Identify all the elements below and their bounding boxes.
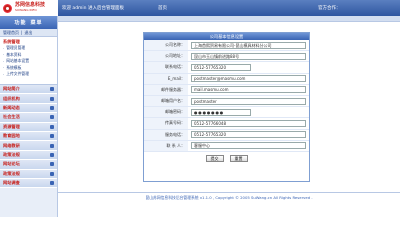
expand-arrow-icon bbox=[50, 87, 54, 92]
company-address-input[interactable]: 昆山市玉山镇前进路88号 bbox=[191, 52, 306, 60]
sidebar-category[interactable]: 新闻动态 bbox=[0, 103, 57, 114]
footer-divider bbox=[58, 192, 400, 193]
expand-arrow-icon bbox=[50, 105, 54, 110]
form-row: 联系电话： 0512-57765320 bbox=[144, 62, 309, 74]
sidebar-category[interactable]: 政策法规 bbox=[0, 169, 57, 179]
main-content: 公司基本信息设置 公司名称： 上海首熙贸易有限公司-昆山模具材料分公司 公司地址… bbox=[58, 16, 400, 217]
expand-arrow-icon bbox=[50, 152, 54, 157]
expand-arrow-icon bbox=[50, 162, 54, 167]
expand-arrow-icon bbox=[50, 124, 54, 129]
field-label: 邮箱密码： bbox=[144, 107, 188, 118]
logout-link[interactable]: 退出 bbox=[24, 30, 32, 36]
fax-input[interactable]: 0512-57766048 bbox=[191, 119, 306, 127]
phone-input[interactable]: 0512-57765320 bbox=[191, 63, 251, 71]
form-row: 联 系 人： 客服中心 bbox=[144, 140, 309, 152]
email-input[interactable]: postmaster@masmu.com bbox=[191, 75, 306, 83]
mail-server-input[interactable]: mail.masmu.com bbox=[191, 86, 306, 94]
form-row: 服务电话： 0512-57765320 bbox=[144, 129, 309, 141]
form-row: E_mail： postmaster@masmu.com bbox=[144, 73, 309, 85]
form-row: 公司地址： 昆山市玉山镇前进路88号 bbox=[144, 51, 309, 63]
mail-password-input[interactable]: ●●●●●●● bbox=[191, 108, 251, 116]
field-label: 服务电话： bbox=[144, 129, 188, 140]
category-label: 网站调查 bbox=[3, 180, 20, 186]
form-row: 公司名称： 上海首熙贸易有限公司-昆山模具材料分公司 bbox=[144, 40, 309, 52]
sidebar-category[interactable]: 网站调查 bbox=[0, 178, 57, 189]
category-label: 新闻动态 bbox=[3, 104, 20, 110]
expand-arrow-icon bbox=[50, 181, 54, 186]
sidebar-category[interactable]: 政策法规 bbox=[0, 150, 57, 161]
form-row: 邮箱密码： ●●●●●●● bbox=[144, 107, 309, 119]
logo-emblem-icon bbox=[3, 3, 12, 13]
category-label: 社会生活 bbox=[3, 114, 20, 120]
category-label: 组织机构 bbox=[3, 95, 20, 101]
system-item-uploads[interactable]: 上传文件管理 bbox=[3, 71, 54, 78]
company-name-input[interactable]: 上海首熙贸易有限公司-昆山模具材料分公司 bbox=[191, 41, 306, 49]
expand-arrow-icon bbox=[50, 115, 54, 120]
category-label: 政策法规 bbox=[3, 170, 20, 176]
official-partner-label: 官方合作： bbox=[318, 6, 341, 11]
form-row: 传真号码： 0512-57766048 bbox=[144, 118, 309, 130]
expand-arrow-icon bbox=[50, 134, 54, 139]
sub-header-bar bbox=[58, 16, 400, 22]
sidebar-category[interactable]: 网站论坛 bbox=[0, 160, 57, 170]
field-label: 联系电话： bbox=[144, 62, 188, 73]
category-label: 教育园地 bbox=[3, 133, 20, 139]
contact-person-input[interactable]: 客服中心 bbox=[191, 142, 306, 150]
field-label: 邮箱用户名： bbox=[144, 95, 188, 107]
field-label: 公司地址： bbox=[144, 51, 188, 62]
form-row: 邮件服务器： mail.masmu.com bbox=[144, 84, 309, 96]
category-label: 网站论坛 bbox=[3, 161, 20, 167]
sidebar-category[interactable]: 教育园地 bbox=[0, 131, 57, 142]
category-label: 网络教研 bbox=[3, 142, 20, 148]
sidebar-title-left: 功能 bbox=[14, 20, 27, 26]
sidebar-category[interactable]: 网络教研 bbox=[0, 141, 57, 151]
footer-copyright: 昆山苏网信息科技后台管理系统 v1.1.0 , Copyright © 2005… bbox=[145, 195, 313, 200]
sidebar-category[interactable]: 网站简介 bbox=[0, 85, 57, 95]
sidebar-category[interactable]: 资源管理 bbox=[0, 122, 57, 132]
top-header-bar: 苏网信息科技 SUWANG INFO 欢迎 admin 进入后台管理面板 首页 … bbox=[0, 0, 400, 16]
company-info-form: 公司基本信息设置 公司名称： 上海首熙贸易有限公司-昆山模具材料分公司 公司地址… bbox=[143, 32, 310, 182]
mail-username-input[interactable]: postmaster bbox=[191, 97, 306, 105]
system-menu: 系统管理 管理员管理 基本资料 网站基本设置 系统模板 上传文件管理 bbox=[0, 37, 57, 85]
home-link[interactable]: 首页 bbox=[158, 5, 167, 11]
sidebar-category[interactable]: 组织机构 bbox=[0, 94, 57, 104]
field-label: 公司名称： bbox=[144, 40, 188, 51]
field-label: 邮件服务器： bbox=[144, 84, 188, 95]
category-label: 政策法规 bbox=[3, 151, 20, 157]
company-logo: 苏网信息科技 SUWANG INFO bbox=[0, 0, 58, 16]
logo-name-en: SUWANG INFO bbox=[15, 8, 37, 12]
form-actions: 提交 重置 bbox=[144, 152, 309, 162]
field-label: 传真号码： bbox=[144, 118, 188, 129]
category-label: 资源管理 bbox=[3, 123, 20, 129]
expand-arrow-icon bbox=[50, 96, 54, 101]
category-label: 网站简介 bbox=[3, 86, 20, 92]
category-menu: 网站简介 组织机构 新闻动态 社会生活 资源管理 教育园地 网络教研 政策法规 … bbox=[0, 85, 57, 189]
welcome-message: 欢迎 admin 进入后台管理面板 bbox=[62, 6, 124, 11]
field-label: E_mail： bbox=[144, 73, 188, 84]
expand-arrow-icon bbox=[50, 143, 54, 148]
service-phone-input[interactable]: 0512-57765320 bbox=[191, 131, 306, 139]
expand-arrow-icon bbox=[50, 171, 54, 176]
sidebar-header: 功能 菜单 bbox=[0, 16, 57, 29]
sidebar-category[interactable]: 社会生活 bbox=[0, 113, 57, 123]
separator: | bbox=[21, 30, 23, 35]
sidebar-title-right: 菜单 bbox=[30, 20, 43, 26]
submit-button[interactable]: 提交 bbox=[205, 154, 224, 162]
form-row: 邮箱用户名： postmaster bbox=[144, 95, 309, 108]
field-label: 联 系 人： bbox=[144, 140, 188, 151]
reset-button[interactable]: 重置 bbox=[229, 154, 248, 162]
sidebar-user-bar: 管理首页 | 退出 bbox=[0, 29, 57, 37]
form-title: 公司基本信息设置 bbox=[144, 33, 309, 40]
sidebar: 功能 菜单 管理首页 | 退出 系统管理 管理员管理 基本资料 网站基本设置 系… bbox=[0, 16, 58, 217]
manage-home-link[interactable]: 管理首页 bbox=[3, 30, 19, 36]
